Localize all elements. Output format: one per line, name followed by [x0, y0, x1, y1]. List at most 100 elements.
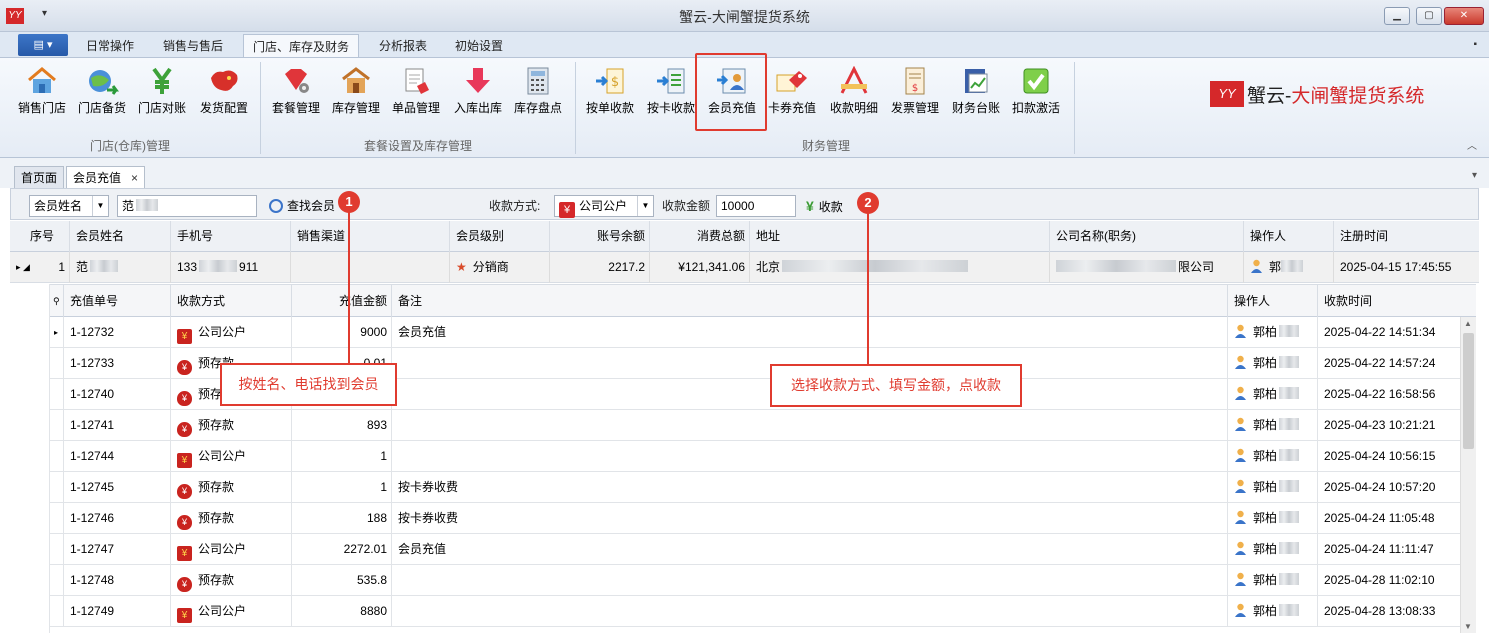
scroll-down-icon[interactable]: ▼ — [1464, 622, 1472, 631]
filter-icon[interactable]: ⚲ — [50, 285, 64, 318]
invoice-manage-button[interactable]: $ 发票管理 — [885, 64, 945, 116]
col-level[interactable]: 会员级别 — [450, 221, 550, 252]
card-collect-button[interactable]: 按卡收款 — [641, 64, 701, 116]
payment-method-select[interactable]: ¥ 公司公户 ▼ — [554, 195, 654, 218]
maximize-button[interactable]: ▢ — [1416, 7, 1442, 25]
store-reconcile-button[interactable]: 门店对账 — [132, 64, 192, 116]
vertical-scrollbar[interactable]: ▲ ▼ — [1460, 317, 1476, 633]
user-icon — [1235, 417, 1246, 431]
cell-recharge-id: 1-12732 — [64, 317, 171, 348]
doc-tab-home[interactable]: 首页面 — [14, 166, 65, 188]
recharge-row[interactable]: 1-12744 ¥ 公司公户 1 郭柏 2025-04-24 10:56:15 — [50, 441, 1460, 472]
finance-ledger-label: 财务台账 — [951, 101, 1000, 115]
col-registered[interactable]: 注册时间 — [1334, 221, 1479, 252]
payment-method-value: 公司公户 — [579, 199, 628, 213]
cell-note — [392, 565, 1228, 596]
ruler-pencil-icon — [840, 66, 868, 94]
package-manage-button[interactable]: 套餐管理 — [266, 64, 326, 116]
col-recharge-operator[interactable]: 操作人 — [1228, 285, 1318, 318]
deduct-activate-button[interactable]: 扣款激活 — [1006, 64, 1066, 116]
col-operator[interactable]: 操作人 — [1244, 221, 1334, 252]
col-payment-method[interactable]: 收款方式 — [171, 285, 292, 318]
col-recharge-amount[interactable]: 充值金额 — [292, 285, 392, 318]
recharge-row[interactable]: ▸ 1-12732 ¥ 公司公户 9000 会员充值 郭柏 2025-04-22 14:51:… — [50, 317, 1460, 348]
sales-store-button[interactable]: 销售门店 — [12, 64, 72, 116]
shipping-config-button[interactable]: 发货配置 — [194, 64, 254, 116]
tab-sales[interactable]: 销售与售后 — [152, 34, 234, 58]
invoice-manage-label: 发票管理 — [890, 101, 939, 115]
cell-recharge-id: 1-12749 — [64, 596, 171, 627]
redacted-text — [1279, 604, 1300, 616]
stock-in-out-button[interactable]: 入库出库 — [448, 64, 508, 116]
col-address[interactable]: 地址 — [750, 221, 1050, 252]
minimize-button[interactable]: ▁ — [1384, 7, 1410, 25]
close-button[interactable]: ✕ — [1444, 7, 1484, 25]
scroll-thumb[interactable] — [1463, 333, 1474, 449]
corporate-account-icon: ¥ — [177, 608, 192, 623]
cell-collect-time: 2025-04-24 10:56:15 — [1324, 449, 1436, 463]
store-stock-button[interactable]: 门店备货 — [72, 64, 132, 116]
col-recharge-id[interactable]: 充值单号 — [64, 285, 171, 318]
scroll-up-icon[interactable]: ▲ — [1464, 319, 1472, 328]
cell-note: 会员充值 — [392, 534, 1228, 565]
cell-recharge-id: 1-12744 — [64, 441, 171, 472]
col-collect-time[interactable]: 收款时间 — [1318, 285, 1476, 318]
help-icon[interactable]: ▪ — [1473, 39, 1477, 50]
inventory-manage-button[interactable]: 库存管理 — [326, 64, 386, 116]
order-collect-button[interactable]: $ 按单收款 — [580, 64, 640, 116]
tab-list-dropdown-icon[interactable]: ▾ — [1472, 170, 1477, 181]
cell-recharge-id: 1-12748 — [64, 565, 171, 596]
item-manage-button[interactable]: 单品管理 — [386, 64, 446, 116]
document-tab-bar: 首页面 会员充值 × ▾ — [0, 158, 1489, 188]
recharge-row[interactable]: 1-12745 ¥ 预存款 1 按卡券收费 郭柏 2025-04-24 10:57:20 — [50, 472, 1460, 503]
row-indicator-icon — [50, 348, 64, 379]
money-bag-icon: ¥ — [177, 422, 192, 437]
recharge-row[interactable]: 1-12747 ¥ 公司公户 2272.01 会员充值 郭柏 2025-04-24 11:1… — [50, 534, 1460, 565]
voucher-recharge-button[interactable]: 卡券充值 — [762, 64, 822, 116]
collect-label: 收款 — [818, 200, 843, 214]
col-phone[interactable]: 手机号 — [171, 221, 291, 252]
amount-input[interactable]: 10000 — [716, 195, 796, 217]
cell-recharge-amount: 188 — [292, 503, 392, 534]
tab-daily-ops[interactable]: 日常操作 — [78, 34, 142, 58]
company-suffix: 限公司 — [1178, 260, 1215, 274]
tab-settings[interactable]: 初始设置 — [446, 34, 512, 58]
recharge-row[interactable]: 1-12746 ¥ 预存款 188 按卡券收费 郭柏 2025-04-24 11:05:48 — [50, 503, 1460, 534]
find-member-button[interactable]: 查找会员 — [269, 197, 335, 215]
search-field-select[interactable]: 会员姓名 ▼ — [29, 195, 109, 217]
tab-store-inventory-finance[interactable]: 门店、库存及财务 — [243, 34, 359, 58]
col-channel[interactable]: 销售渠道 — [291, 221, 450, 252]
member-row[interactable]: ▸ ◢ 1 范 133 911 ★ 分销商 2217.2 ¥121,341.06 北… — [10, 252, 1479, 283]
search-input[interactable]: 范 — [117, 195, 257, 217]
col-note[interactable]: 备注 — [392, 285, 1228, 318]
ribbon-collapse-icon[interactable]: ︿ — [1467, 137, 1477, 152]
stocktake-button[interactable]: 库存盘点 — [508, 64, 568, 116]
collect-button[interactable]: ¥ 收款 — [806, 197, 843, 216]
recharge-row[interactable]: 1-12748 ¥ 预存款 535.8 郭柏 2025-04-28 11:02:10 — [50, 565, 1460, 596]
cell-total-spent: ¥121,341.06 — [650, 252, 750, 283]
cell-level: ★ 分销商 — [450, 252, 550, 283]
col-total-spent[interactable]: 消费总额 — [650, 221, 750, 252]
col-index[interactable]: 序号 — [24, 221, 70, 252]
money-bag-icon: ¥ — [177, 484, 192, 499]
collection-detail-button[interactable]: 收款明细 — [824, 64, 884, 116]
operator-text: 郭柏 — [1253, 325, 1278, 339]
doc-tab-member-recharge[interactable]: 会员充值 × — [66, 166, 146, 188]
row-indicator-icon — [50, 379, 64, 410]
phone-suffix: 911 — [239, 260, 259, 274]
col-balance[interactable]: 账号余额 — [550, 221, 650, 252]
recharge-row[interactable]: 1-12749 ¥ 公司公户 8880 郭柏 2025-04-28 13:08:33 — [50, 596, 1460, 627]
user-icon — [1251, 259, 1262, 273]
finance-ledger-button[interactable]: 财务台账 — [946, 64, 1006, 116]
chevron-down-icon: ▼ — [92, 196, 108, 216]
cell-collect-time: 2025-04-24 10:57:20 — [1324, 480, 1436, 494]
redacted-text — [1279, 573, 1300, 585]
recharge-row[interactable]: 1-12741 ¥ 预存款 893 郭柏 2025-04-23 10:21:21 — [50, 410, 1460, 441]
expand-row-icon[interactable]: ▸ ◢ — [10, 252, 40, 283]
close-tab-icon[interactable]: × — [131, 171, 138, 185]
col-member-name[interactable]: 会员姓名 — [70, 221, 171, 252]
col-company[interactable]: 公司名称(职务) — [1050, 221, 1244, 252]
application-menu-button[interactable]: ▤ ▾ — [18, 34, 68, 56]
tab-reports[interactable]: 分析报表 — [370, 34, 436, 58]
redacted-text — [1279, 325, 1300, 337]
